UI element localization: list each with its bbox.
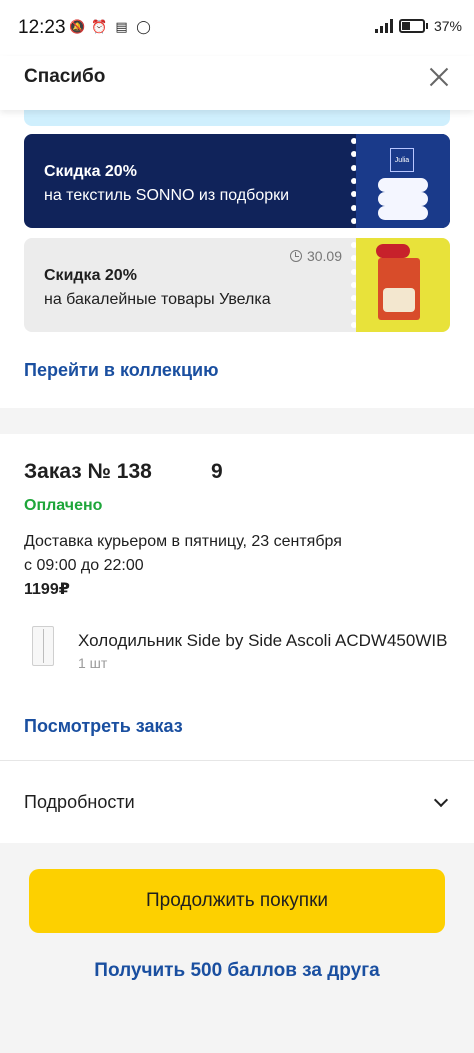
go-to-collection-link[interactable]: Перейти в коллекцию [24,360,218,381]
cereal-box [378,258,420,320]
brand-logo: Julia [390,148,414,172]
status-right: 37% [374,18,462,34]
chevron-down-icon [433,792,449,808]
battery-percent: 37% [433,18,462,34]
whatsapp-icon: ◯ [136,18,151,34]
coupon-title: Скидка 20% [44,163,137,180]
notification-icons: 🔕 ⏰ ▤ ◯ [69,18,151,34]
status-time: 12:23 [18,17,66,38]
coupon-subtitle: на бакалейные товары Увелка [44,291,271,308]
coupon-text: Скидка 20% на текстиль SONNO из подборки [44,160,289,208]
coupon-image-cereal [356,238,450,332]
coupon-expiry-date: 30.09 [306,248,342,264]
coupon-image-pillows: Julia [356,134,450,228]
delivery-date: Доставка курьером в пятницу, 23 сентября [24,533,342,550]
coupon-subtitle: на текстиль SONNO из подборки [44,187,290,204]
pillow-shape [378,178,428,192]
alarm-icon: ⏰ [91,18,108,34]
section-divider [0,408,474,434]
order-delivery-info: Доставка курьером в пятницу, 23 сентября… [24,530,444,578]
coupon-expiry: 30.09 [289,248,342,264]
coupon-card-sonno[interactable]: Скидка 20% на текстиль SONNO из подборки… [24,134,450,228]
signal-icon [374,19,393,33]
fridge-thumbnail [32,626,54,666]
page-title: Спасибо [24,66,106,87]
order-status: Оплачено [24,497,103,514]
item-name: Холодильник Side by Side Ascoli ACDW450W… [78,631,448,650]
coupon-title: Скидка 20% [44,267,137,284]
brand-badge [376,244,410,258]
header: Спасибо [0,56,474,110]
continue-shopping-button[interactable]: Продолжить покупки [29,869,445,933]
close-icon[interactable] [428,66,450,88]
status-bar: 12:23 🔕 ⏰ ▤ ◯ 37% [0,0,474,56]
invite-friend-link[interactable]: Получить 500 баллов за друга [0,960,474,982]
coupon-card-uvelka[interactable]: Скидка 20% на бакалейные товары Увелка 3… [24,238,450,332]
details-toggle[interactable]: Подробности [0,761,474,843]
order-title: Заказ № 138 [24,460,152,483]
clock-icon [289,250,302,262]
message-icon: ▤ [115,18,128,34]
item-quantity: 1 шт [78,655,108,671]
battery-icon [398,19,425,33]
pillow-shape [378,192,428,206]
details-label: Подробности [24,792,135,812]
delivery-time: с 09:00 до 22:00 [24,557,144,574]
coupon-text: Скидка 20% на бакалейные товары Увелка [44,264,271,312]
battery-nub [425,23,428,29]
coupon-card-partial[interactable] [24,108,450,126]
order-price: 1199₽ [24,581,70,598]
view-order-link[interactable]: Посмотреть заказ [24,716,183,737]
pillow-shape [378,206,428,220]
muted-bell-icon: 🔕 [69,18,86,34]
order-number-suffix: 9 [211,460,223,483]
